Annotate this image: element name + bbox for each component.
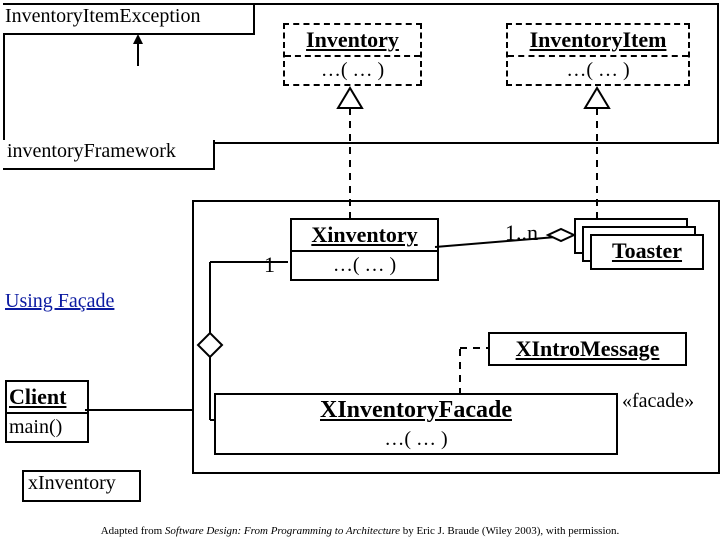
using-facade-link[interactable]: Using Façade	[5, 290, 114, 313]
client-class: Client main()	[5, 380, 89, 443]
inventory-name: Inventory	[285, 25, 420, 55]
xintro-message-name: XIntroMessage	[490, 334, 685, 364]
toaster-name: Toaster	[592, 236, 702, 266]
multiplicity-left: 1	[264, 252, 275, 278]
xintro-message-class: XIntroMessage	[488, 332, 687, 366]
inventory-item-method: …( … )	[508, 55, 688, 84]
top-package-label: inventoryFramework	[3, 140, 215, 170]
facade-stereotype: «facade»	[622, 390, 694, 413]
xinventory-facade-method: …( … )	[216, 426, 616, 453]
xinventory-facade-class: XInventoryFacade …( … )	[214, 393, 618, 455]
client-name: Client	[7, 382, 87, 412]
credit-line: Adapted from Software Design: From Progr…	[0, 525, 720, 537]
credit-prefix: Adapted from	[101, 525, 165, 537]
credit-suffix: by Eric J. Braude (Wiley 2003), with per…	[400, 525, 619, 537]
bottom-package-label: xInventory	[22, 470, 141, 502]
inventory-method: …( … )	[285, 55, 420, 84]
inventory-item-name: InventoryItem	[508, 25, 688, 55]
xinventory-method: …( … )	[292, 250, 437, 279]
inventory-item-exception-label: InventoryItemException	[3, 5, 253, 28]
inventory-class: Inventory …( … )	[283, 23, 422, 86]
xinventory-facade-name: XInventoryFacade	[216, 395, 616, 426]
credit-title: Software Design: From Programming to Arc…	[165, 525, 400, 537]
inventory-item-exception-class: InventoryItemException	[3, 5, 255, 35]
multiplicity-right: 1..n	[505, 220, 538, 246]
inventory-item-class: InventoryItem …( … )	[506, 23, 690, 86]
xinventory-class: Xinventory …( … )	[290, 218, 439, 281]
client-method: main()	[7, 412, 87, 441]
xinventory-name: Xinventory	[292, 220, 437, 250]
toaster-class: Toaster	[590, 234, 704, 270]
